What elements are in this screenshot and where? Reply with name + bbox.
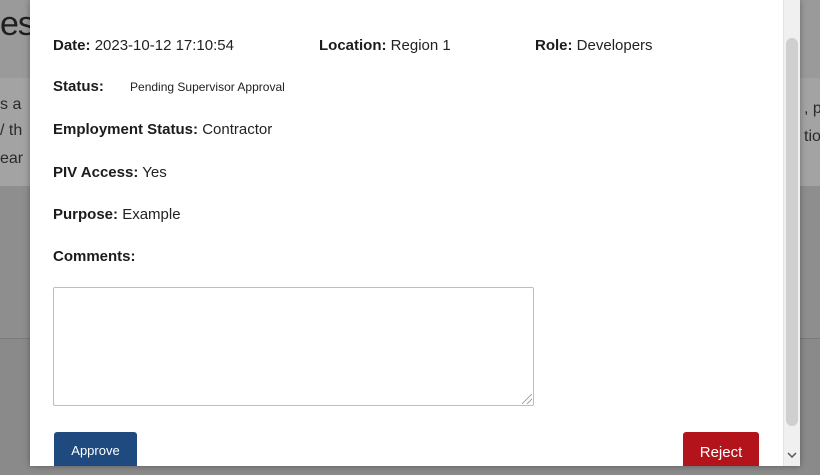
role-label: Role:: [535, 37, 573, 54]
reject-button[interactable]: Reject: [683, 432, 759, 466]
location-label: Location:: [319, 37, 387, 54]
piv-access-field: PIV Access: Yes: [53, 164, 167, 181]
chevron-down-icon[interactable]: [786, 450, 798, 464]
modal-content: Date: 2023-10-12 17:10:54 Location: Regi…: [30, 0, 782, 466]
background-text-left-3: ear: [0, 150, 24, 167]
background-title: es: [0, 5, 35, 43]
modal-scrollbar[interactable]: [783, 0, 800, 466]
date-value: 2023-10-12 17:10:54: [94, 37, 234, 54]
background-text-right-1: , p: [804, 100, 820, 117]
status-value: Pending Supervisor Approval: [130, 80, 285, 94]
employment-status-field: Employment Status: Contractor: [53, 121, 272, 138]
purpose-field: Purpose: Example: [53, 206, 181, 223]
employment-status-label: Employment Status:: [53, 121, 199, 138]
background-text-left-1: s a: [0, 96, 22, 113]
comments-label: Comments:: [53, 248, 136, 265]
status-label: Status:: [53, 78, 104, 95]
location-field: Location: Region 1: [319, 37, 451, 54]
date-label: Date:: [53, 37, 91, 54]
approve-button[interactable]: Approve: [54, 432, 137, 466]
role-value: Developers: [576, 37, 653, 54]
piv-access-label: PIV Access:: [53, 164, 139, 181]
status-field: Status: Pending Supervisor Approval: [53, 78, 285, 95]
comments-textarea[interactable]: [53, 287, 534, 406]
purpose-label: Purpose:: [53, 206, 119, 223]
role-field: Role: Developers: [535, 37, 653, 54]
purpose-value: Example: [122, 206, 181, 223]
background-text-right-2: tior: [804, 128, 820, 145]
comments-field: Comments:: [53, 248, 136, 265]
resize-grip-icon[interactable]: [522, 394, 532, 404]
location-value: Region 1: [390, 37, 451, 54]
employment-status-value: Contractor: [202, 121, 273, 138]
scrollbar-thumb[interactable]: [786, 38, 798, 426]
background-text-left-2: / th: [0, 122, 23, 139]
piv-access-value: Yes: [142, 164, 167, 181]
date-field: Date: 2023-10-12 17:10:54: [53, 37, 234, 54]
approval-modal: Date: 2023-10-12 17:10:54 Location: Regi…: [30, 0, 800, 466]
